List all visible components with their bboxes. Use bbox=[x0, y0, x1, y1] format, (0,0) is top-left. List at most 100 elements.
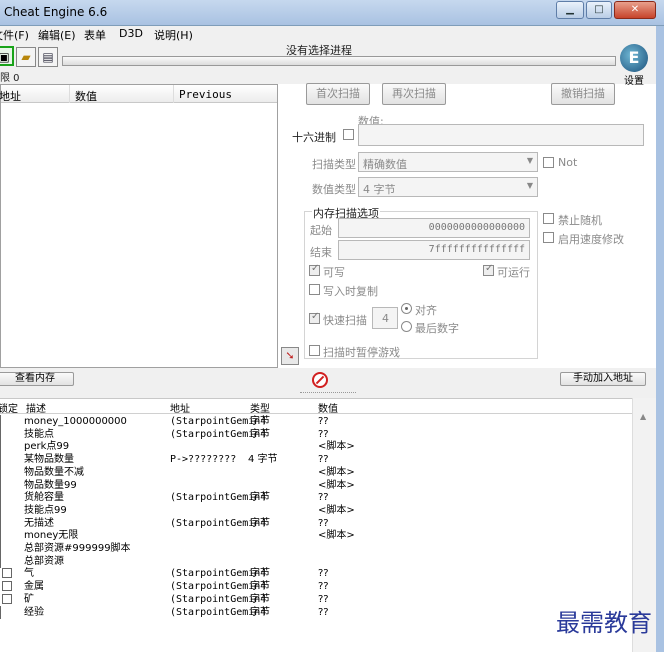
view-memory-button[interactable]: 查看内存 bbox=[0, 372, 74, 386]
hex-checkbox[interactable] bbox=[343, 129, 354, 140]
row-description: 物品数量不减 bbox=[24, 466, 84, 478]
ce-logo-icon[interactable]: E bbox=[620, 44, 648, 72]
row-description: 技能点 bbox=[24, 428, 54, 440]
menu-file[interactable]: 文件(F) bbox=[0, 27, 29, 43]
row-value: <脚本> bbox=[318, 479, 355, 491]
row-description: money_1000000000 bbox=[24, 416, 127, 427]
table-row[interactable]: 货舱容量 (StarpointGemin4 字节?? bbox=[0, 491, 630, 505]
col-address[interactable]: 地址 bbox=[0, 88, 21, 104]
col-description[interactable]: 描述 bbox=[26, 400, 46, 415]
col-previous[interactable]: Previous bbox=[179, 88, 232, 101]
executable-checkbox[interactable] bbox=[483, 263, 494, 276]
splitter-handle[interactable] bbox=[300, 392, 356, 395]
row-description: 货舱容量 bbox=[24, 492, 64, 504]
table-row[interactable]: 经验 (StarpointGemin4 字节?? bbox=[0, 605, 630, 619]
table-row[interactable]: 总部资源 bbox=[0, 554, 630, 568]
table-row[interactable]: 无描述 (StarpointGemin4 字节?? bbox=[0, 516, 630, 530]
close-icon[interactable]: ✕ bbox=[614, 1, 656, 19]
fast-scan-checkbox[interactable] bbox=[309, 311, 320, 324]
table-row[interactable]: money无限 <脚本> bbox=[0, 529, 630, 543]
row-description: 技能点99 bbox=[24, 504, 67, 516]
active-checkbox[interactable] bbox=[2, 568, 12, 579]
stop-address-input[interactable]: 7fffffffffffffff bbox=[338, 240, 530, 260]
tree-line bbox=[0, 478, 1, 492]
save-icon[interactable]: ▤ bbox=[38, 47, 58, 67]
table-row[interactable]: 技能点 (StarpointGemin4 字节?? bbox=[0, 427, 630, 441]
row-value: ?? bbox=[318, 517, 329, 529]
settings-label[interactable]: 设置 bbox=[624, 72, 644, 87]
row-value: ?? bbox=[318, 581, 329, 593]
row-value: ?? bbox=[318, 492, 329, 504]
col-value[interactable]: 数值 bbox=[318, 400, 338, 415]
tree-line bbox=[0, 427, 1, 441]
next-scan-button[interactable]: 再次扫描 bbox=[382, 83, 446, 105]
col-active[interactable]: 锁定 bbox=[0, 400, 18, 415]
row-value: <脚本> bbox=[318, 504, 355, 516]
menu-edit[interactable]: 编辑(E) bbox=[38, 27, 76, 43]
table-row[interactable]: 气 (StarpointGemin4 字节?? bbox=[0, 567, 630, 580]
speedhack-label: 启用速度修改 bbox=[558, 233, 624, 246]
results-header: 地址 数值 Previous bbox=[0, 85, 277, 104]
row-type: 字节 bbox=[250, 581, 270, 593]
undo-scan-button[interactable]: 撤销扫描 bbox=[551, 83, 615, 105]
copy-on-write-label: 写入时复制 bbox=[323, 285, 378, 298]
speedhack-checkbox[interactable] bbox=[543, 232, 554, 243]
table-row[interactable]: 总部资源#999999脚本 bbox=[0, 542, 630, 555]
fast-scan-label: 快速扫描 bbox=[323, 314, 367, 327]
start-address-input[interactable]: 0000000000000000 bbox=[338, 218, 530, 238]
tree-line bbox=[0, 554, 1, 568]
pause-game-checkbox[interactable] bbox=[309, 345, 320, 356]
value-type-label: 数值类型 bbox=[312, 183, 356, 196]
scroll-up-icon[interactable]: ▲ bbox=[640, 412, 646, 421]
results-list[interactable]: 地址 数值 Previous bbox=[0, 84, 278, 368]
pointer-arrow-icon[interactable]: ➘ bbox=[281, 347, 299, 365]
col-value[interactable]: 数值 bbox=[75, 88, 97, 104]
table-row[interactable]: 物品数量不减 <脚本> bbox=[0, 465, 630, 479]
row-description: 矿 bbox=[24, 593, 34, 605]
menu-help[interactable]: 说明(H) bbox=[154, 27, 193, 43]
last-digits-radio[interactable] bbox=[401, 321, 412, 332]
aligned-radio[interactable] bbox=[401, 303, 412, 314]
copy-on-write-checkbox[interactable] bbox=[309, 284, 320, 295]
row-address: P->???????? bbox=[170, 454, 237, 466]
table-row[interactable]: money_1000000000 (StarpointGemin4 字节?? bbox=[0, 415, 630, 428]
col-address[interactable]: 地址 bbox=[170, 400, 190, 415]
row-value: ?? bbox=[318, 606, 329, 618]
writable-label: 可写 bbox=[323, 266, 345, 279]
table-row[interactable]: 矿 (StarpointGemin4 字节?? bbox=[0, 593, 630, 606]
title-bar: Cheat Engine 6.6 ▁ □ ✕ bbox=[0, 0, 664, 26]
tree-line bbox=[0, 542, 1, 555]
cheat-table[interactable]: 锁定 描述 地址 类型 数值 money_1000000000 (Starpoin… bbox=[0, 398, 632, 652]
add-address-button[interactable]: 手动加入地址 bbox=[560, 372, 646, 386]
open-folder-icon[interactable]: ▰ bbox=[16, 47, 36, 67]
table-row[interactable]: perk点99 <脚本> bbox=[0, 440, 630, 454]
first-scan-button[interactable]: 首次扫描 bbox=[306, 83, 370, 105]
minimize-icon[interactable]: ▁ bbox=[556, 1, 584, 19]
found-count: 限 0 bbox=[0, 73, 20, 84]
row-description: perk点99 bbox=[24, 441, 70, 453]
not-checkbox[interactable] bbox=[543, 157, 554, 168]
tree-line bbox=[0, 465, 1, 479]
no-random-checkbox[interactable] bbox=[543, 213, 554, 224]
active-checkbox[interactable] bbox=[2, 593, 12, 604]
row-type: 字节 bbox=[250, 428, 270, 440]
window-title: Cheat Engine 6.6 bbox=[4, 5, 108, 19]
maximize-icon[interactable]: □ bbox=[586, 1, 612, 19]
table-row[interactable]: 技能点99 <脚本> bbox=[0, 503, 630, 517]
table-row[interactable]: 某物品数量 P->???????? 4 字节?? bbox=[0, 453, 630, 467]
writable-checkbox[interactable] bbox=[309, 263, 320, 276]
fast-scan-alignment-input[interactable]: 4 bbox=[372, 307, 398, 329]
table-row[interactable]: 金属 (StarpointGemin4 字节?? bbox=[0, 580, 630, 593]
menu-d3d[interactable]: D3D bbox=[119, 27, 143, 40]
value-type-select[interactable]: 4 字节 ▼ bbox=[358, 177, 538, 197]
row-description: 总部资源#999999脚本 bbox=[24, 543, 131, 554]
scan-type-select[interactable]: 精确数值 ▼ bbox=[358, 152, 538, 172]
select-process-icon[interactable]: ▣ bbox=[0, 46, 14, 66]
value-input[interactable] bbox=[358, 124, 644, 146]
col-type[interactable]: 类型 bbox=[250, 400, 270, 415]
stop-icon[interactable] bbox=[312, 372, 328, 388]
menu-table[interactable]: 表单 bbox=[84, 27, 106, 43]
table-row[interactable]: 物品数量99 <脚本> bbox=[0, 478, 630, 492]
tree-line bbox=[0, 516, 1, 530]
active-checkbox[interactable] bbox=[2, 581, 12, 592]
